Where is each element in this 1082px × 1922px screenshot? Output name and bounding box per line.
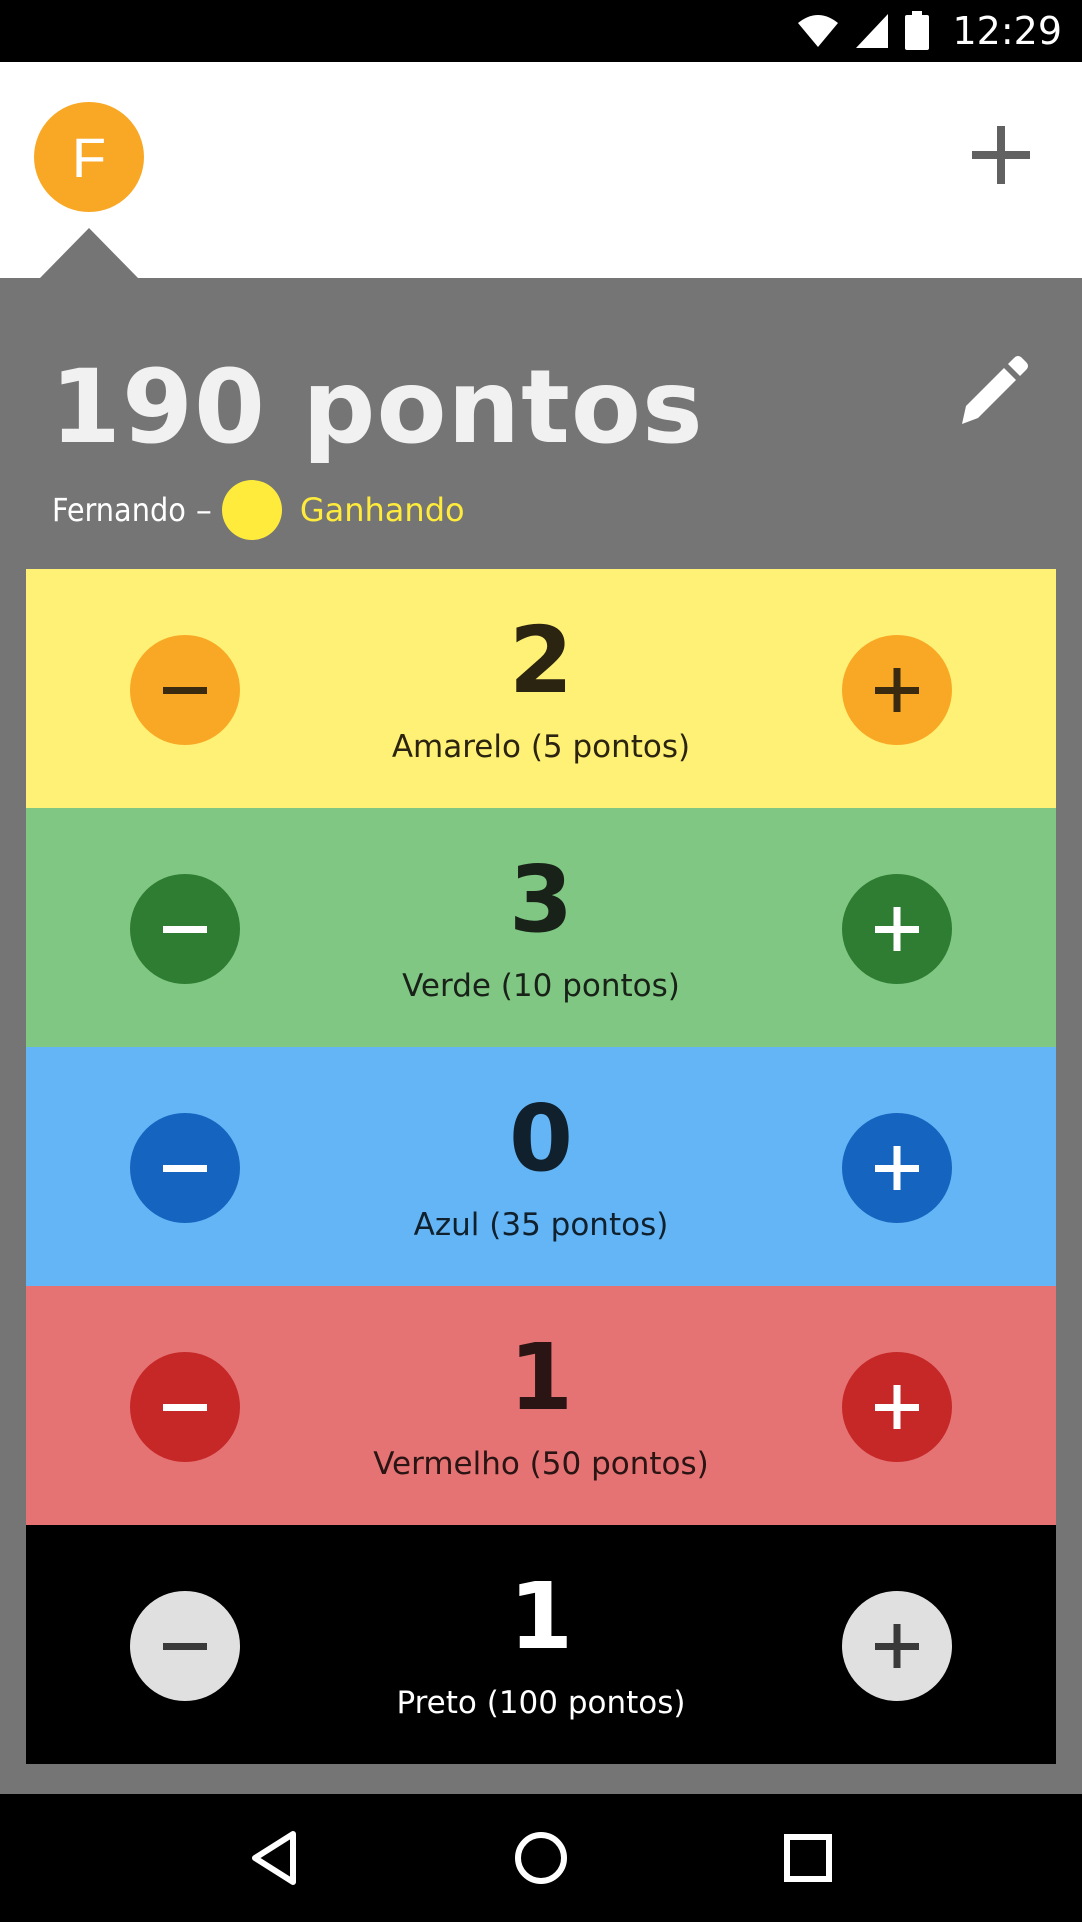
pencil-icon[interactable] <box>954 354 1030 430</box>
home-button[interactable] <box>505 1822 577 1894</box>
row-azul: 0 Azul (35 pontos) <box>26 1047 1056 1286</box>
amarelo-plus-button[interactable] <box>842 635 952 745</box>
recents-button[interactable] <box>772 1822 844 1894</box>
player-status: Ganhando <box>299 491 465 529</box>
wifi-icon <box>798 15 839 47</box>
back-button[interactable] <box>238 1822 310 1894</box>
avatar-initial: F <box>71 125 107 189</box>
status-dot-icon <box>221 480 282 540</box>
recents-square-icon <box>784 1834 833 1882</box>
status-time: 12:29 <box>952 9 1062 53</box>
plus-icon <box>875 1385 919 1429</box>
row-verde: 3 Verde (10 pontos) <box>26 808 1056 1047</box>
back-triangle-icon <box>251 1831 296 1885</box>
signal-icon <box>856 14 889 48</box>
preto-plus-button[interactable] <box>842 1591 952 1701</box>
plus-icon <box>875 1146 919 1190</box>
row-amarelo: 2 Amarelo (5 pontos) <box>26 569 1056 808</box>
player-panel: 190 pontos Fernando – Ganhando 2 Amarelo… <box>0 278 1082 1794</box>
app-bar: F <box>0 62 1082 278</box>
verde-plus-button[interactable] <box>842 874 952 984</box>
status-icons: 12:29 <box>796 8 1062 54</box>
row-preto: 1 Preto (100 pontos) <box>26 1525 1056 1764</box>
vermelho-plus-button[interactable] <box>842 1352 952 1462</box>
selected-player-pointer <box>40 228 138 278</box>
player-name: Fernando <box>52 491 186 529</box>
add-player-icon[interactable] <box>968 122 1034 188</box>
status-bar: 12:29 <box>0 0 1082 62</box>
separator-dash: – <box>195 491 212 529</box>
plus-icon <box>875 1624 919 1668</box>
score-rows: 2 Amarelo (5 pontos) 3 Verde (10 pontos)… <box>26 569 1056 1764</box>
battery-icon <box>905 11 930 50</box>
player-subtitle: Fernando – Ganhando <box>52 478 465 542</box>
row-vermelho: 1 Vermelho (50 pontos) <box>26 1286 1056 1525</box>
plus-icon <box>875 668 919 712</box>
total-points: 190 pontos <box>50 348 704 467</box>
azul-plus-button[interactable] <box>842 1113 952 1223</box>
navigation-bar <box>0 1794 1082 1922</box>
home-circle-icon <box>514 1832 567 1884</box>
plus-icon <box>875 907 919 951</box>
player-avatar[interactable]: F <box>34 102 144 212</box>
